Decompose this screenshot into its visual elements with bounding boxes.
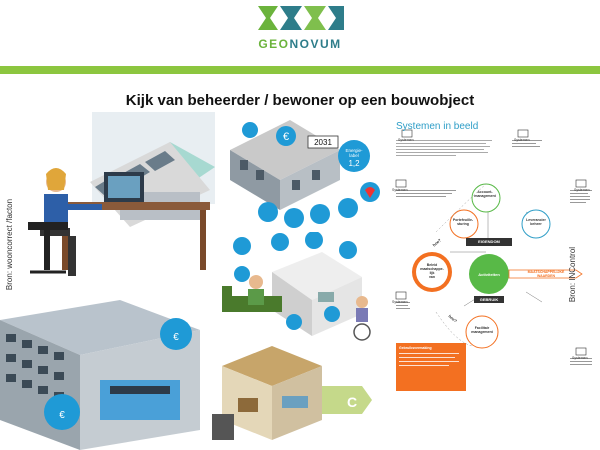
gebruiksvermaking-box: Gebruiksvermaking — [396, 343, 466, 391]
page-title: Kijk van beheerder / bewoner op een bouw… — [125, 92, 475, 109]
header-band — [0, 66, 600, 74]
brand-part-geo: GEO — [258, 37, 290, 51]
gebruiksvermaking-heading: Gebruiksvermaking — [399, 346, 432, 350]
illustration-residents — [222, 232, 371, 341]
systemen-label-2: Systemen — [514, 138, 530, 142]
label-eigendom: EIGENDOM — [478, 239, 500, 244]
label-gebruik: GEBRUIK — [479, 297, 499, 302]
geonovum-logo — [258, 6, 344, 30]
svg-text:€: € — [173, 332, 179, 343]
svg-text:label: label — [349, 153, 359, 158]
svg-text:€: € — [59, 410, 65, 421]
label-activiteiten: Activiteiten — [478, 272, 500, 277]
label-beleid: Beleid maatschappe- lijk van — [420, 263, 444, 279]
label-account: Account- management — [474, 190, 496, 198]
label-portefeuille: Portefeuille- sturing — [452, 218, 474, 226]
label-facilitair: Facilitair management — [471, 326, 493, 334]
energy-label-c: C — [347, 394, 357, 410]
brand-name: GEONOVUM — [238, 37, 362, 51]
svg-text:1,2: 1,2 — [348, 159, 360, 168]
systemen-label-6: Systemen — [572, 356, 588, 360]
systemen-title: Systemen in beeld — [396, 121, 479, 132]
systemen-label-5: Systemen — [392, 300, 408, 304]
illustration-apartment-building: € € — [0, 300, 200, 450]
source-right: Bron: INControl — [568, 246, 578, 303]
illustration-house-icons: € 2031 Energie- label 1,2 — [230, 120, 380, 228]
source-left: Bron: wooncorrect /facton — [5, 198, 15, 291]
euro-icon: € — [283, 131, 289, 143]
year-badge: 2031 — [314, 138, 332, 147]
illustration-energy-label: C — [212, 346, 372, 440]
illustration-desk-worker — [28, 112, 215, 276]
systemen-label-4: Systemen — [574, 188, 590, 192]
label-leverancier: Leverancier beheer — [526, 218, 546, 226]
systemen-label-1: Systemen — [398, 138, 414, 142]
brand-part-novum: NOVUM — [289, 37, 342, 51]
label-maatschappelijke-waarden: MAATSCHAPPELIJKE WAARDEN — [527, 270, 565, 278]
systemen-label-3: Systemen — [392, 188, 408, 192]
